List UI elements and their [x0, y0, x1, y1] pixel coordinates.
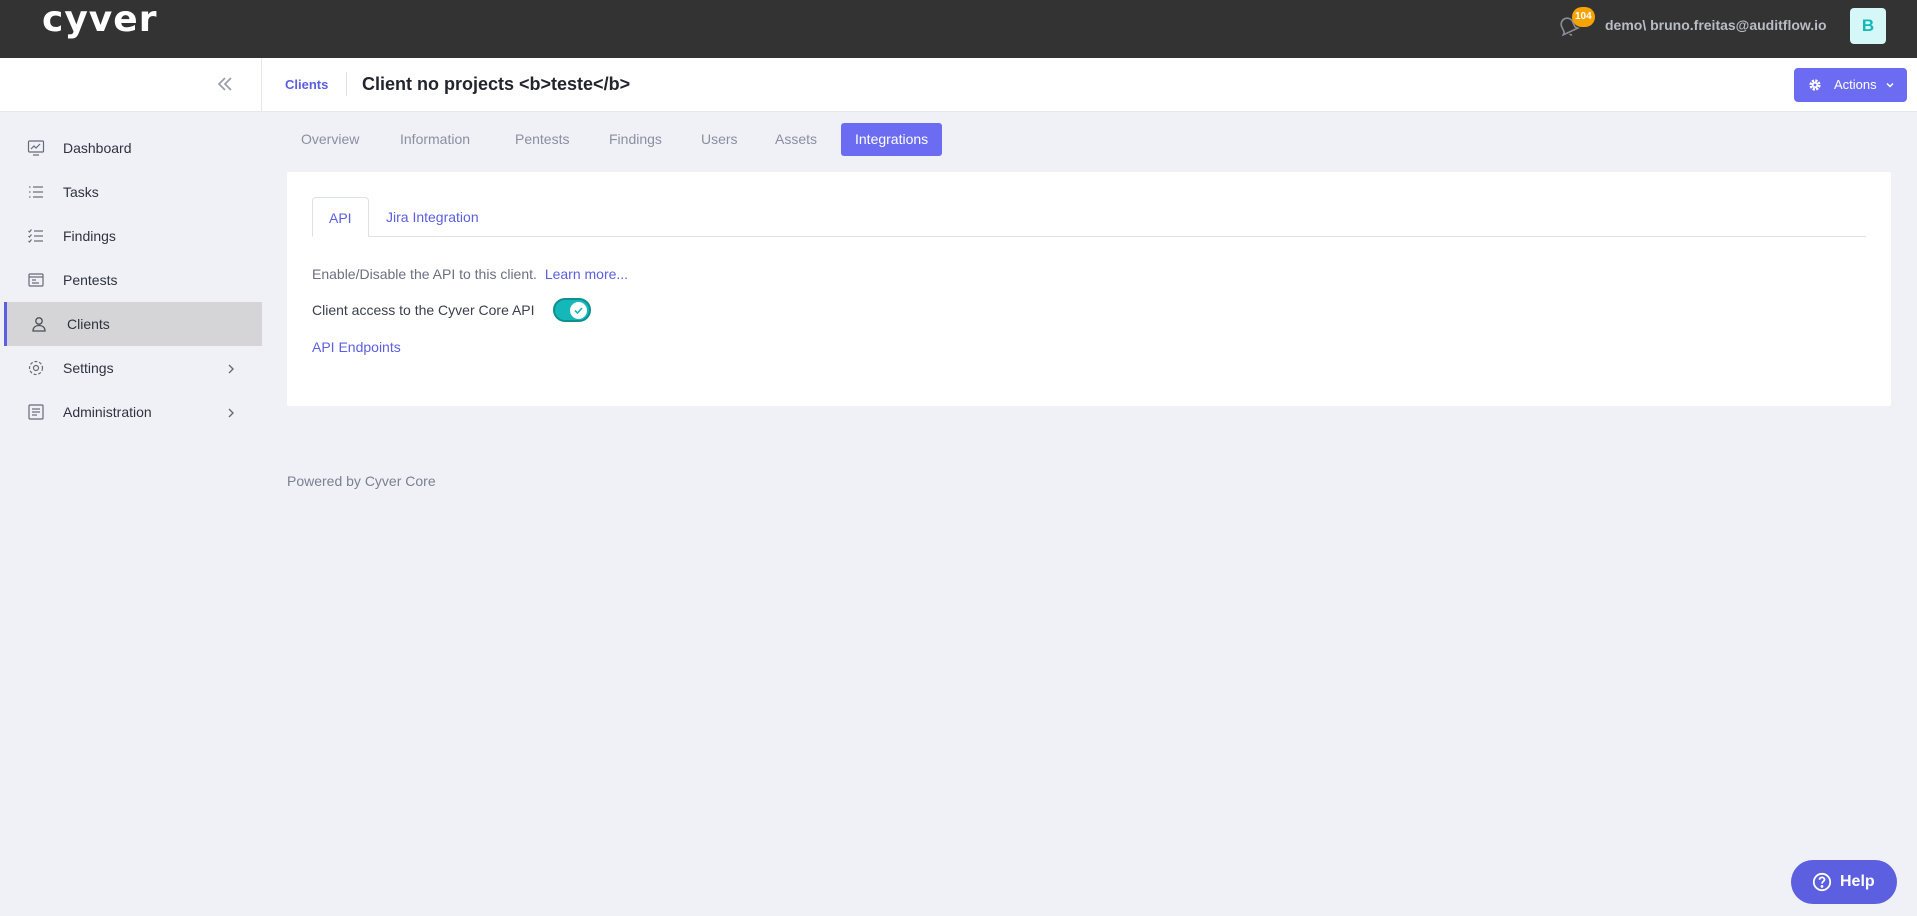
sidebar: Dashboard Tasks Findings Pentests Client… [0, 112, 262, 916]
sidebar-item-administration[interactable]: Administration [4, 390, 262, 434]
findings-icon [27, 227, 45, 245]
actions-label: Actions [1834, 77, 1877, 92]
collapse-sidebar-icon[interactable] [212, 71, 238, 97]
tab-findings[interactable]: Findings [595, 123, 676, 156]
sidebar-item-findings[interactable]: Findings [4, 214, 262, 258]
tab-overview[interactable]: Overview [287, 123, 373, 156]
gear-icon [1808, 78, 1822, 92]
chevron-right-icon [226, 362, 236, 374]
clients-icon [30, 315, 48, 333]
subtabs-divider [312, 236, 1866, 237]
sidebar-item-label: Settings [63, 360, 114, 376]
page-title: Client no projects <b>teste</b> [362, 74, 631, 94]
sidebar-item-label: Dashboard [63, 140, 132, 156]
user-account-label[interactable]: demo\ bruno.freitas@auditflow.io [1605, 16, 1827, 34]
chevron-right-icon [226, 406, 236, 418]
api-description: Enable/Disable the API to this client. L… [312, 265, 628, 283]
api-endpoints-link[interactable]: API Endpoints [312, 338, 401, 356]
check-icon [574, 307, 583, 315]
header-divider [261, 58, 262, 112]
sidebar-item-label: Administration [63, 404, 152, 420]
question-circle-icon [1812, 872, 1832, 892]
breadcrumb-clients[interactable]: Clients [285, 77, 328, 93]
pentests-icon [27, 271, 45, 289]
sidebar-item-label: Pentests [63, 272, 118, 288]
breadcrumb-separator [346, 72, 347, 96]
sidebar-item-settings[interactable]: Settings [4, 346, 262, 390]
toggle-knob [570, 302, 587, 319]
tab-users[interactable]: Users [687, 123, 752, 156]
administration-icon [27, 403, 45, 421]
subtab-api[interactable]: API [312, 197, 369, 237]
api-access-label: Client access to the Cyver Core API [312, 302, 535, 318]
notification-badge[interactable]: 104 [1572, 7, 1595, 27]
page-header: Clients Client no projects <b>teste</b> … [0, 58, 1917, 112]
api-description-text: Enable/Disable the API to this client. [312, 266, 537, 282]
help-label: Help [1840, 873, 1875, 890]
api-access-toggle[interactable] [553, 298, 591, 322]
tasks-icon [27, 183, 45, 201]
tab-information[interactable]: Information [386, 123, 484, 156]
tab-pentests[interactable]: Pentests [501, 123, 583, 156]
sidebar-item-label: Findings [63, 228, 116, 244]
dashboard-icon [27, 139, 45, 157]
settings-icon [27, 359, 45, 377]
sidebar-item-pentests[interactable]: Pentests [4, 258, 262, 302]
sidebar-item-dashboard[interactable]: Dashboard [4, 126, 262, 170]
learn-more-link[interactable]: Learn more... [545, 266, 628, 282]
sidebar-item-label: Clients [67, 316, 110, 332]
avatar[interactable]: B [1850, 8, 1886, 44]
tab-assets[interactable]: Assets [761, 123, 831, 156]
cyver-logo[interactable]: cyver [42, 2, 157, 38]
sidebar-item-clients[interactable]: Clients [4, 302, 262, 346]
chevron-down-icon [1884, 79, 1896, 91]
help-button[interactable]: Help [1791, 860, 1897, 904]
sidebar-item-label: Tasks [63, 184, 99, 200]
integrations-card: API Jira Integration Enable/Disable the … [287, 172, 1891, 406]
footer-powered-by: Powered by Cyver Core [287, 473, 436, 489]
subtab-jira-integration[interactable]: Jira Integration [370, 197, 495, 237]
top-bar: cyver 104 demo\ bruno.freitas@auditflow.… [0, 0, 1917, 58]
actions-button[interactable]: Actions [1794, 68, 1907, 102]
tab-integrations[interactable]: Integrations [841, 123, 943, 156]
sidebar-item-tasks[interactable]: Tasks [4, 170, 262, 214]
